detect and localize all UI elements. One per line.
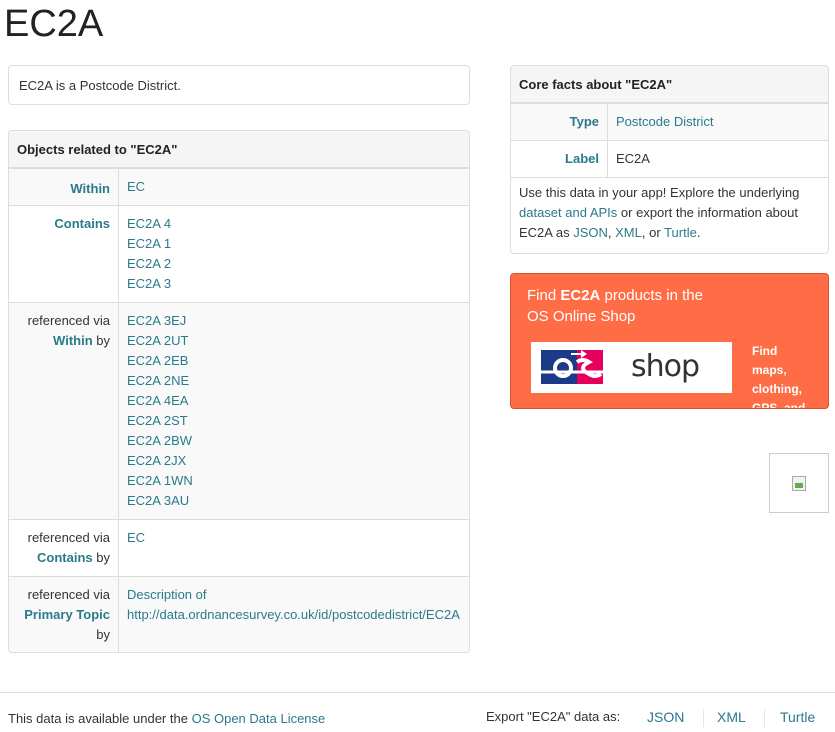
contains-value-link[interactable]: EC2A 1 [127, 234, 461, 254]
broken-image-icon [769, 453, 829, 513]
shop-side-line: clothing, [752, 382, 802, 396]
os-shop-banner[interactable]: Find EC2A products in the OS Online Shop… [510, 273, 829, 409]
core-heading: Core facts about "EC2A" [511, 66, 828, 103]
core-facts-panel: Core facts about "EC2A" Type Postcode Di… [510, 65, 829, 254]
topic-description-link[interactable]: Description of http://data.ordnancesurve… [127, 585, 461, 625]
ref-within-value-link[interactable]: EC2A 2UT [127, 331, 461, 351]
intro-text: EC2A is a Postcode District. [19, 78, 181, 93]
related-row-ref-topic: referenced via Primary Topic by Descript… [9, 576, 469, 652]
core-description: Use this data in your app! Explore the u… [511, 177, 828, 248]
desc-json-link[interactable]: JSON [573, 225, 608, 240]
shop-side-line: maps, [752, 363, 787, 377]
desc-text: EC2A as [519, 225, 570, 240]
topic-desc-line2: http://data.ordnancesurvey.co.uk/id/post… [127, 607, 460, 622]
related-objects-panel: Objects related to "EC2A" Within EC Cont… [8, 130, 470, 653]
contains-link[interactable]: Contains [54, 216, 110, 231]
core-row-label: Label EC2A [511, 140, 828, 177]
type-label: Type [569, 114, 599, 129]
shop-word: shop [631, 349, 700, 384]
ref-within-value-link[interactable]: EC2A 2NE [127, 371, 461, 391]
ref-within-value-link[interactable]: EC2A 3AU [127, 491, 461, 511]
ref-topic-link[interactable]: Primary Topic [24, 607, 110, 622]
desc-xml-link[interactable]: XML [615, 225, 642, 240]
ref-within-value-link[interactable]: EC2A 2ST [127, 411, 461, 431]
license-link[interactable]: OS Open Data License [192, 711, 326, 726]
topic-desc-line1: Description of [127, 587, 207, 602]
desc-text: . [696, 225, 701, 240]
ref-within-value-link[interactable]: EC2A 1WN [127, 471, 461, 491]
desc-text: , [607, 225, 612, 240]
within-value-link[interactable]: EC [127, 177, 461, 197]
shop-title-rest: OS Online Shop [527, 308, 636, 325]
image-placeholder-icon [792, 476, 806, 491]
refvia-text: referenced via [27, 530, 110, 545]
ref-within-link[interactable]: Within [53, 333, 93, 348]
core-row-type: Type Postcode District [511, 103, 828, 140]
desc-text: or export the information about [620, 205, 798, 220]
contains-value-link[interactable]: EC2A 4 [127, 214, 461, 234]
label-value: EC2A [616, 151, 650, 166]
desc-turtle-link[interactable]: Turtle [664, 225, 697, 240]
ref-within-value-link[interactable]: EC2A 4EA [127, 391, 461, 411]
export-turtle-link[interactable]: Turtle [780, 707, 815, 727]
related-row-within: Within EC [9, 168, 469, 205]
shop-side-text: Find maps, clothing, GPS, and [752, 342, 822, 409]
ref-within-value-link[interactable]: EC2A 2BW [127, 431, 461, 451]
desc-text: Use this data in your app! Explore the u… [519, 185, 800, 200]
contains-value-link[interactable]: EC2A 3 [127, 274, 461, 294]
export-json-link[interactable]: JSON [647, 707, 684, 727]
by-text: by [96, 333, 110, 348]
contains-value-link[interactable]: EC2A 2 [127, 254, 461, 274]
shop-side-line: Find [752, 344, 778, 358]
shop-title-rest: products in the [604, 287, 703, 304]
related-row-contains: Contains EC2A 4 EC2A 1 EC2A 2 EC2A 3 [9, 205, 469, 302]
footer-license: This data is available under the OS Open… [8, 709, 325, 729]
shop-title: Find EC2A products in the OS Online Shop [527, 285, 747, 327]
type-value-link[interactable]: Postcode District [616, 114, 714, 129]
ref-contains-value-link[interactable]: EC [127, 528, 461, 548]
dataset-apis-link[interactable]: dataset and APIs [519, 205, 617, 220]
refvia-text: referenced via [27, 587, 110, 602]
shop-title-find: Find [527, 287, 557, 304]
related-row-ref-contains: referenced via Contains by EC [9, 519, 469, 576]
desc-text: , or [641, 225, 661, 240]
footer-divider [0, 692, 835, 693]
by-text: by [96, 550, 110, 565]
ref-within-value-link[interactable]: EC2A 2JX [127, 451, 461, 471]
license-text: This data is available under the [8, 711, 188, 726]
page-title: EC2A [4, 3, 104, 45]
os-shop-logo[interactable]: shop [531, 342, 732, 393]
export-xml-link[interactable]: XML [717, 707, 746, 727]
export-separator [764, 709, 765, 727]
related-heading: Objects related to "EC2A" [9, 131, 469, 168]
os-logo-icon [541, 350, 603, 384]
refvia-text: referenced via [27, 313, 110, 328]
shop-title-code: EC2A [560, 287, 601, 304]
ref-within-value-link[interactable]: EC2A 2EB [127, 351, 461, 371]
export-label: Export "EC2A" data as: [486, 709, 621, 724]
export-separator [703, 709, 704, 727]
intro-box: EC2A is a Postcode District. [8, 65, 470, 105]
ref-within-value-link[interactable]: EC2A 3EJ [127, 311, 461, 331]
shop-side-line: GPS, and [752, 401, 806, 409]
within-link[interactable]: Within [70, 181, 110, 196]
by-text: by [96, 627, 110, 642]
related-row-ref-within: referenced via Within by EC2A 3EJ EC2A 2… [9, 302, 469, 519]
ref-contains-link[interactable]: Contains [37, 550, 93, 565]
label-label: Label [565, 151, 599, 166]
